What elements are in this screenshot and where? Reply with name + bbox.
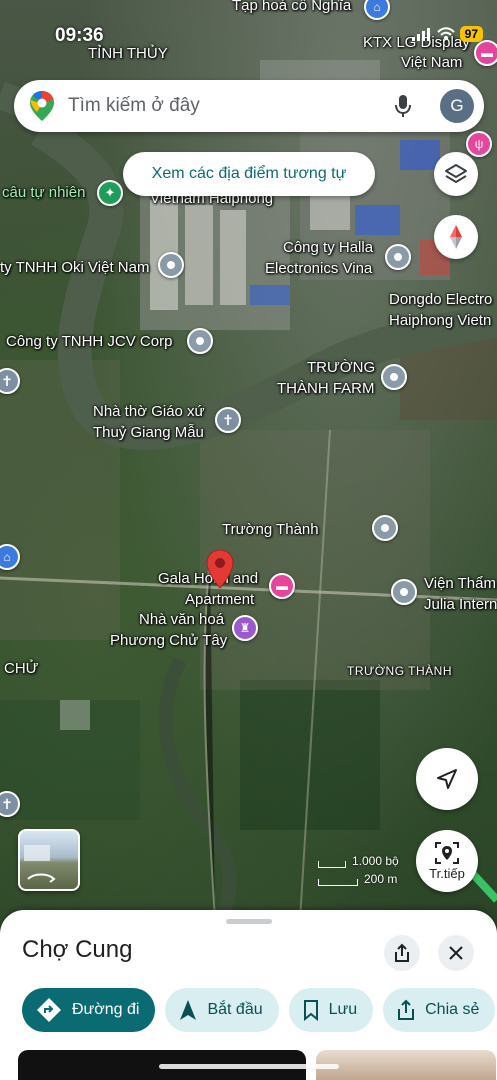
account-avatar[interactable]: G <box>440 89 474 123</box>
place-pin-icon[interactable] <box>158 252 184 278</box>
status-time: 09:36 <box>55 25 104 46</box>
close-icon <box>449 946 463 960</box>
google-maps-logo-icon <box>30 91 54 121</box>
selected-place-pin-icon[interactable] <box>204 548 236 592</box>
layers-icon <box>445 164 467 183</box>
live-view-button[interactable]: Tr.tiếp <box>416 830 478 892</box>
save-label: Lưu <box>328 1001 358 1018</box>
share-label: Chia sẻ <box>425 1001 480 1018</box>
map-label: CHỬ <box>4 660 39 677</box>
map-label[interactable]: Electronics Vina <box>265 260 372 278</box>
map-scale: 1.000 bộ 200 m <box>318 850 399 886</box>
status-icons: 97 <box>411 26 483 42</box>
place-photo[interactable] <box>316 1050 496 1080</box>
map-label[interactable]: câu tự nhiên <box>2 184 85 202</box>
hotel-pin-icon[interactable]: ▬ <box>474 40 497 66</box>
park-pin-icon[interactable]: ✦ <box>97 180 123 206</box>
mic-button[interactable] <box>388 91 418 121</box>
signal-icon <box>411 28 430 41</box>
map-label[interactable]: THÀNH FARM <box>277 380 375 398</box>
map-label: TỈNH THỦY <box>88 45 168 62</box>
scale-bar-meters <box>318 879 358 886</box>
save-button[interactable]: Lưu <box>288 988 374 1032</box>
map-label[interactable]: Phương Chử Tây <box>110 632 227 650</box>
map-label[interactable]: Công ty TNHH JCV Corp <box>6 333 172 351</box>
map-label[interactable]: Viện Thẩm <box>424 575 496 593</box>
place-pin-icon[interactable] <box>385 244 411 270</box>
map-label[interactable]: Thuỷ Giang Mẫu <box>93 424 204 442</box>
culture-pin-icon[interactable]: ♜ <box>232 615 258 641</box>
map-label[interactable]: Công ty Halla <box>283 239 373 257</box>
start-button[interactable]: Bắt đầu <box>165 988 279 1032</box>
live-view-icon <box>435 842 459 864</box>
my-location-button[interactable] <box>416 748 478 810</box>
map-label[interactable]: Tạp hoá cô Nghĩa <box>232 0 351 15</box>
map-label[interactable]: TRƯỜNG <box>307 359 375 377</box>
map-label[interactable]: Apartment <box>185 591 254 609</box>
map-label: TRƯỜNG THÀNH <box>347 664 452 678</box>
compass-icon <box>450 225 462 249</box>
share-icon <box>398 999 415 1020</box>
map-label[interactable]: ty TNHH Oki Việt Nam <box>0 259 149 277</box>
share-chip-button[interactable]: Chia sẻ <box>383 988 496 1032</box>
action-chips: Đường đi Bắt đầu Lưu Chia sẻ <box>22 988 496 1032</box>
battery-level: 97 <box>459 26 483 42</box>
close-button[interactable] <box>438 935 474 971</box>
map-label[interactable]: Nhà thờ Giáo xứ <box>93 403 205 421</box>
directions-icon <box>37 998 61 1022</box>
search-input[interactable] <box>68 95 388 117</box>
start-label: Bắt đầu <box>207 1001 263 1018</box>
home-indicator <box>159 1064 339 1069</box>
place-pin-icon[interactable] <box>391 579 417 605</box>
place-bottom-sheet[interactable]: Chợ Cung Đường đi Bắt đầu Lưu Chia sẻ <box>0 910 497 1080</box>
scale-bar-feet <box>318 861 346 868</box>
map-label[interactable]: Trường Thành <box>222 521 319 539</box>
share-button[interactable] <box>384 935 420 971</box>
navigation-arrow-icon <box>437 769 457 789</box>
compass-button[interactable] <box>434 215 478 259</box>
place-title: Chợ Cung <box>22 936 133 963</box>
share-icon <box>395 943 409 962</box>
microphone-icon <box>395 95 411 117</box>
map-label[interactable]: Dongdo Electro <box>389 291 492 309</box>
place-pin-icon[interactable] <box>187 328 213 354</box>
navigation-arrow-icon <box>180 1000 197 1020</box>
wifi-icon <box>436 27 455 40</box>
directions-button[interactable]: Đường đi <box>22 988 156 1032</box>
drag-handle[interactable] <box>226 919 272 924</box>
search-bar[interactable]: G <box>14 80 484 132</box>
map-label[interactable]: Nhà văn hoá <box>139 611 224 629</box>
restaurant-pin-icon[interactable]: ψ <box>466 131 492 157</box>
similar-places-chip[interactable]: Xem các địa điểm tương tự <box>123 152 375 196</box>
directions-label: Đường đi <box>72 1001 140 1018</box>
church-pin-icon[interactable]: ✝ <box>215 407 241 433</box>
map-label[interactable]: Julia Intern <box>424 596 497 614</box>
scale-feet-label: 1.000 bộ <box>352 854 399 868</box>
scale-meters-label: 200 m <box>364 872 398 886</box>
bookmark-icon <box>303 1000 318 1021</box>
place-pin-icon[interactable] <box>381 364 407 390</box>
hotel-pin-icon[interactable]: ▬ <box>269 573 295 599</box>
street-view-thumbnail[interactable] <box>18 829 80 891</box>
layers-button[interactable] <box>434 152 478 196</box>
map-label[interactable]: Việt Nam <box>401 54 462 72</box>
street-view-icon <box>24 845 56 883</box>
place-pin-icon[interactable] <box>372 515 398 541</box>
live-view-label: Tr.tiếp <box>429 866 465 881</box>
map-label[interactable]: Haiphong Vietn <box>389 312 491 330</box>
